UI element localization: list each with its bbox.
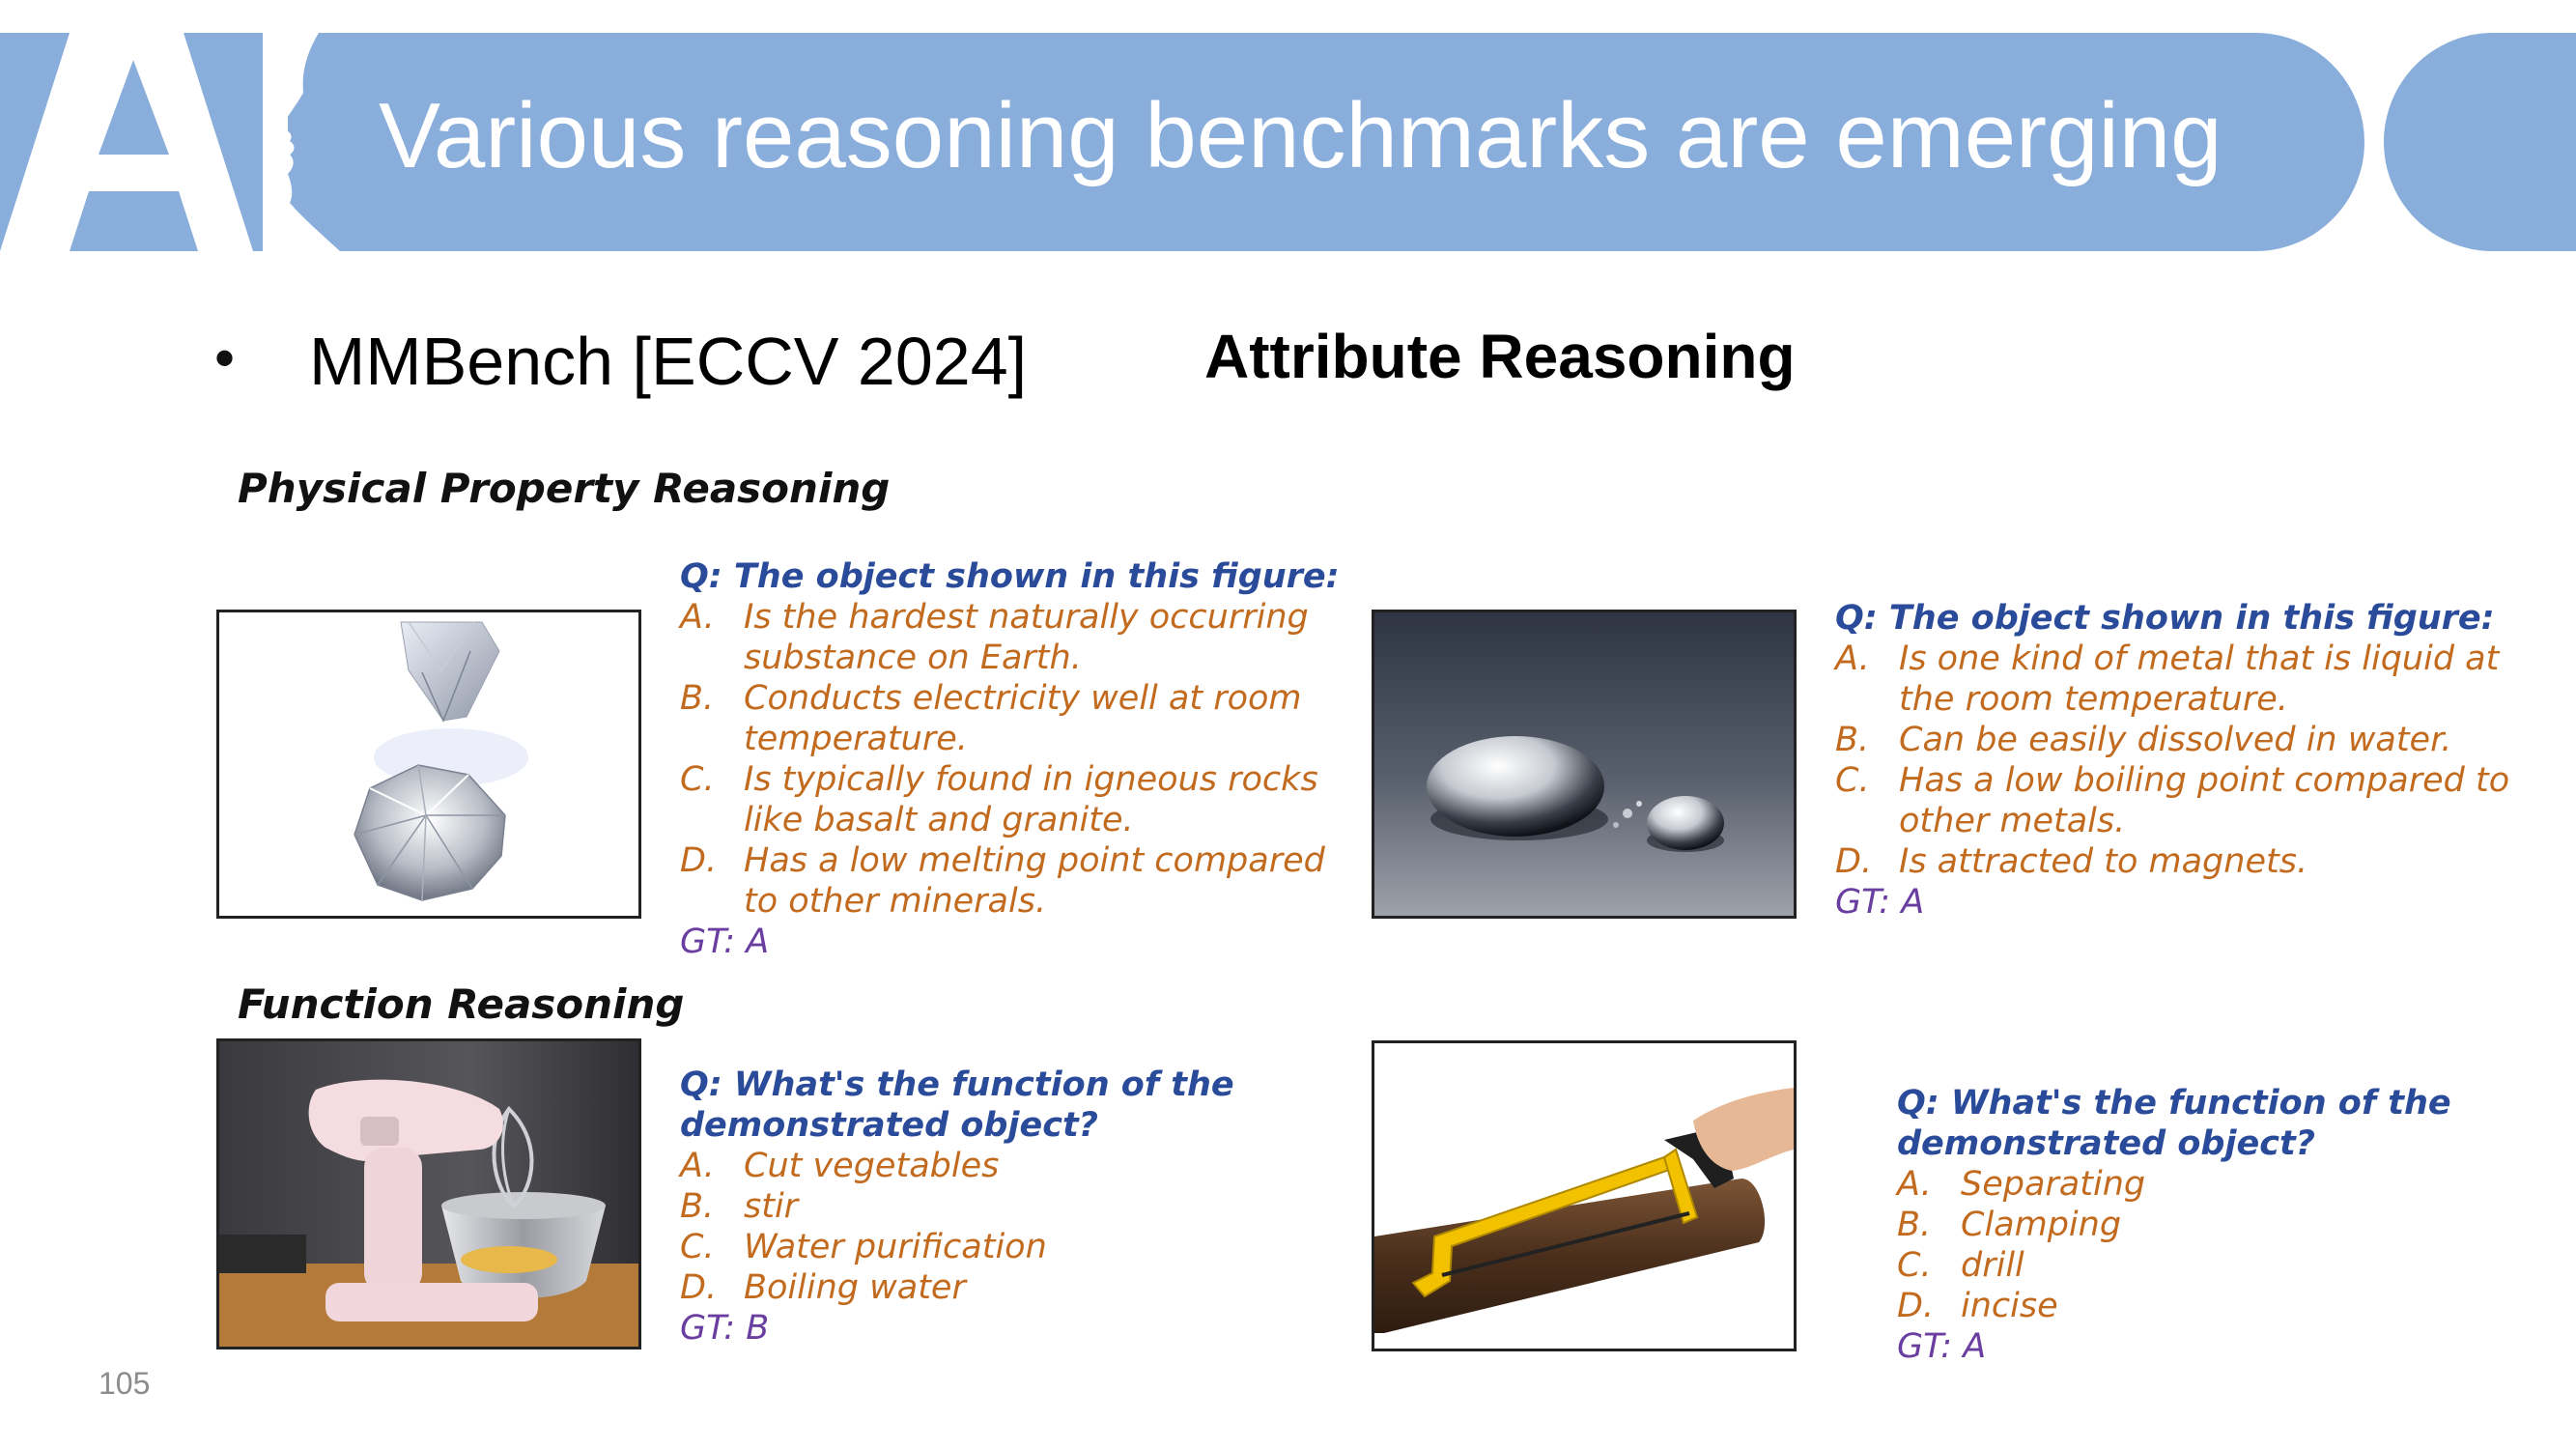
qa-block: Q: The object shown in this figure: A. Is…: [1835, 598, 2511, 923]
option-text: Is the hardest naturally occurring subst…: [744, 598, 1309, 677]
option-item: C. drill: [1897, 1245, 2515, 1286]
option-letter: D.: [680, 1268, 718, 1307]
question-text: Q: What's the function of the demonstrat…: [680, 1065, 1234, 1145]
option-item: A. Is the hardest naturally occurring sub…: [680, 597, 1356, 678]
ground-truth: GT: A: [1897, 1327, 1987, 1366]
option-letter: D.: [1897, 1287, 1935, 1325]
option-text: Water purification: [744, 1228, 1047, 1266]
mercury-image: [1372, 610, 1797, 919]
option-text: drill: [1961, 1246, 2024, 1285]
option-item: D. Boiling water: [680, 1267, 1298, 1308]
option-item: D. Is attracted to magnets.: [1835, 841, 2511, 882]
option-item: C. Is typically found in igneous rocks li…: [680, 759, 1356, 840]
physical-property-title: Physical Property Reasoning: [238, 465, 891, 512]
option-item: D. incise: [1897, 1286, 2515, 1326]
option-text: Conducts electricity well at room temper…: [744, 679, 1302, 758]
function-reasoning-title: Function Reasoning: [238, 980, 685, 1028]
option-letter: A.: [680, 598, 715, 637]
option-letter: A.: [1835, 639, 1870, 678]
option-text: stir: [744, 1187, 799, 1226]
banner-accent: [2384, 33, 2576, 251]
option-item: C. Water purification: [680, 1227, 1298, 1267]
option-item: A. Is one kind of metal that is liquid at…: [1835, 639, 2511, 720]
qa-block: Q: What's the function of the demonstrat…: [1897, 1083, 2515, 1367]
option-text: Is one kind of metal that is liquid at t…: [1899, 639, 2500, 719]
ground-truth: GT: B: [680, 1309, 770, 1348]
bullet-marker: •: [214, 326, 236, 390]
ground-truth: GT: A: [680, 923, 770, 961]
option-text: Can be easily dissolved in water.: [1899, 721, 2452, 759]
option-text: Has a low melting point compared to othe…: [744, 841, 1325, 921]
question-text: Q: The object shown in this figure:: [1835, 599, 2495, 638]
option-letter: C.: [1897, 1246, 1932, 1285]
option-letter: B.: [680, 679, 715, 718]
option-letter: C.: [680, 1228, 715, 1266]
option-item: A. Cut vegetables: [680, 1146, 1298, 1186]
attribute-reasoning-heading: Attribute Reasoning: [1204, 322, 1796, 391]
option-letter: D.: [1835, 842, 1873, 881]
option-letter: B.: [680, 1187, 715, 1226]
hacksaw-image: [1372, 1040, 1797, 1351]
qa-block: Q: What's the function of the demonstrat…: [680, 1065, 1298, 1349]
option-item: B. Conducts electricity well at room temp…: [680, 678, 1356, 759]
ai-logo: [0, 33, 348, 251]
question-text: Q: The object shown in this figure:: [680, 557, 1340, 596]
option-item: C. Has a low boiling point compared to ot…: [1835, 760, 2511, 841]
option-item: B. Can be easily dissolved in water.: [1835, 720, 2511, 760]
ground-truth: GT: A: [1835, 883, 1925, 922]
option-item: B. Clamping: [1897, 1205, 2515, 1245]
option-text: Cut vegetables: [744, 1147, 1000, 1185]
page-title: Various reasoning benchmarks are emergin…: [379, 84, 2222, 187]
option-text: incise: [1961, 1287, 2058, 1325]
option-text: Is typically found in igneous rocks like…: [744, 760, 1318, 839]
option-letter: B.: [1897, 1206, 1932, 1244]
option-item: B. stir: [680, 1186, 1298, 1227]
option-text: Is attracted to magnets.: [1899, 842, 2308, 881]
stand-mixer-image: [216, 1038, 641, 1350]
bullet-text: MMBench [ECCV 2024]: [309, 324, 1028, 399]
qa-block: Q: The object shown in this figure: A. Is…: [680, 556, 1356, 962]
option-item: D. Has a low melting point compared to ot…: [680, 840, 1356, 922]
question-text: Q: What's the function of the demonstrat…: [1897, 1084, 2451, 1163]
diamond-image: [216, 610, 641, 919]
option-letter: A.: [680, 1147, 715, 1185]
option-letter: D.: [680, 841, 718, 880]
option-letter: A.: [1897, 1165, 1932, 1204]
option-text: Boiling water: [744, 1268, 966, 1307]
option-item: A. Separating: [1897, 1164, 2515, 1205]
page-number: 105: [99, 1366, 151, 1401]
option-letter: C.: [1835, 761, 1870, 800]
option-text: Clamping: [1961, 1206, 2122, 1244]
option-letter: B.: [1835, 721, 1870, 759]
option-text: Has a low boiling point compared to othe…: [1899, 761, 2510, 840]
option-text: Separating: [1961, 1165, 2146, 1204]
option-letter: C.: [680, 760, 715, 799]
